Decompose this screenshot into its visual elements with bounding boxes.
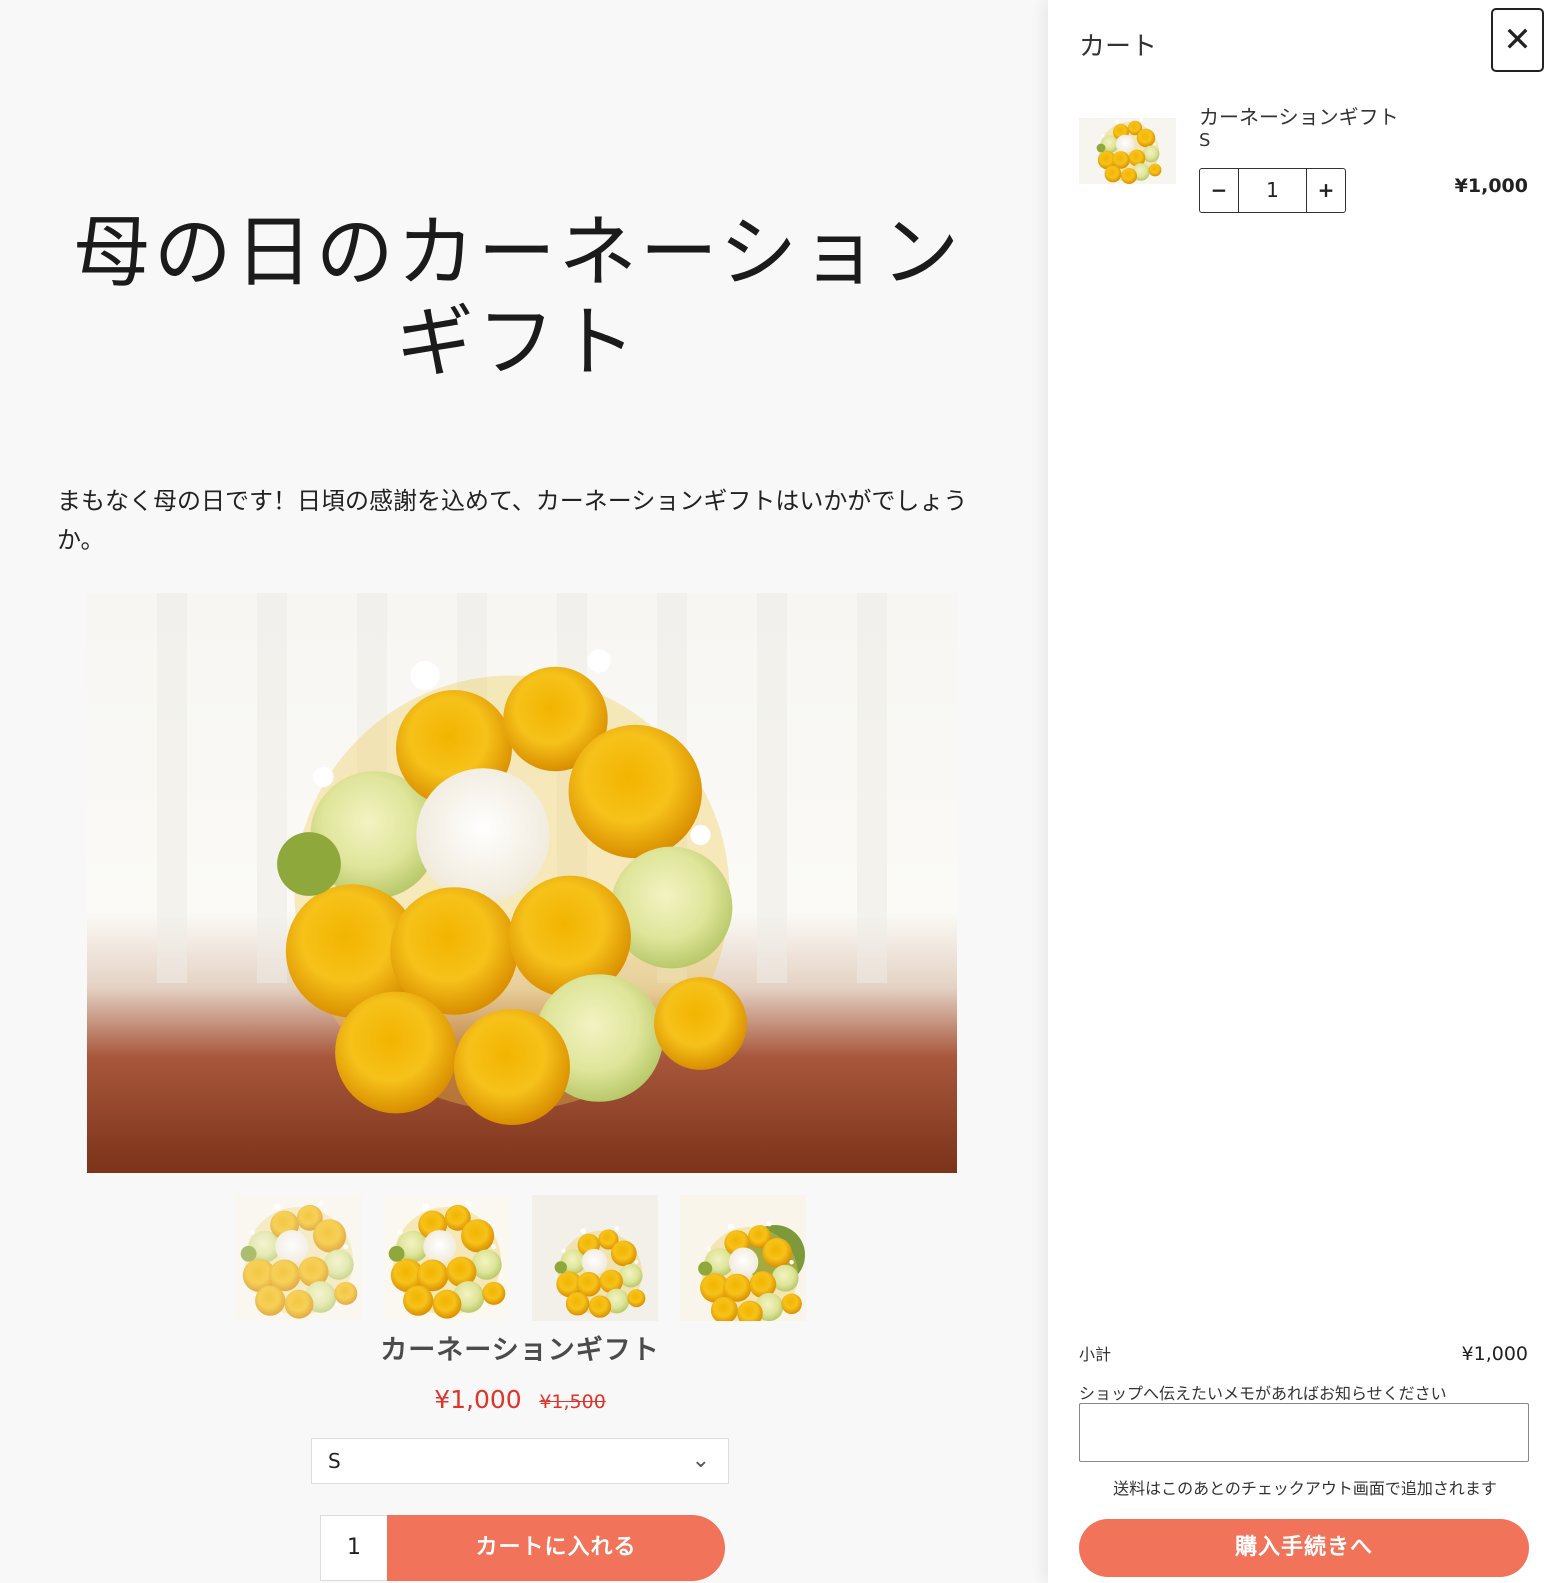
- thumbnail-3[interactable]: [532, 1195, 658, 1321]
- checkout-button[interactable]: 購入手続きへ: [1079, 1519, 1529, 1577]
- product-section: 母の日のカーネーション ギフト まもなく母の日です！日頃の感謝を込めて、カーネー…: [0, 0, 1040, 1583]
- cart-item-image: [1079, 118, 1176, 184]
- thumbnail-strip: [236, 1195, 808, 1321]
- quantity-input[interactable]: 1: [320, 1515, 387, 1581]
- chevron-down-icon: ⌄: [691, 1448, 710, 1473]
- cart-item-name: カーネーションギフト: [1199, 105, 1399, 129]
- product-prices: ¥1,000 ¥1,500: [0, 1385, 1040, 1414]
- variant-select[interactable]: S ⌄: [311, 1438, 729, 1484]
- product-main-image: [87, 593, 957, 1173]
- product-description: まもなく母の日です！日頃の感謝を込めて、カーネーションギフトはいかがでしょうか。: [57, 487, 968, 554]
- memo-label: ショップへ伝えたいメモがあればお知らせください: [1079, 1384, 1447, 1403]
- subtotal-value: ¥1,000: [1461, 1343, 1528, 1365]
- cart-quantity-stepper: − 1 +: [1199, 168, 1346, 213]
- page-title-line1: 母の日のカーネーション: [72, 208, 963, 298]
- cart-item-quantity[interactable]: 1: [1239, 169, 1306, 212]
- add-to-cart-button[interactable]: カートに入れる: [387, 1515, 725, 1581]
- cart-item-variant: S: [1199, 130, 1211, 151]
- thumbnail-1[interactable]: [236, 1195, 362, 1321]
- thumbnail-4[interactable]: [680, 1195, 806, 1321]
- cart-title: カート: [1079, 32, 1158, 62]
- product-name: カーネーションギフト: [380, 1335, 660, 1366]
- page-title-line2: ギフト: [395, 298, 639, 388]
- bouquet-image: [277, 649, 747, 1125]
- cart-item-price: ¥1,000: [1454, 175, 1528, 197]
- thumbnail-2[interactable]: [384, 1195, 510, 1321]
- cart-drawer: カート ✕ カーネーションギフト S − 1 + ¥1,000 小計 ¥1,00…: [1048, 0, 1562, 1583]
- product-compare-price: ¥1,500: [539, 1391, 606, 1413]
- add-to-cart-row: 1 カートに入れる: [320, 1515, 725, 1581]
- product-price: ¥1,000: [434, 1385, 522, 1414]
- decrease-quantity-button[interactable]: −: [1200, 169, 1239, 212]
- memo-textarea[interactable]: [1079, 1403, 1529, 1462]
- close-icon[interactable]: ✕: [1491, 8, 1544, 72]
- shipping-note: 送料はこのあとのチェックアウト画面で追加されます: [1113, 1479, 1497, 1498]
- increase-quantity-button[interactable]: +: [1306, 169, 1345, 212]
- subtotal-label: 小計: [1079, 1345, 1112, 1364]
- variant-select-value: S: [328, 1449, 341, 1473]
- page-title: 母の日のカーネーション ギフト: [60, 208, 975, 388]
